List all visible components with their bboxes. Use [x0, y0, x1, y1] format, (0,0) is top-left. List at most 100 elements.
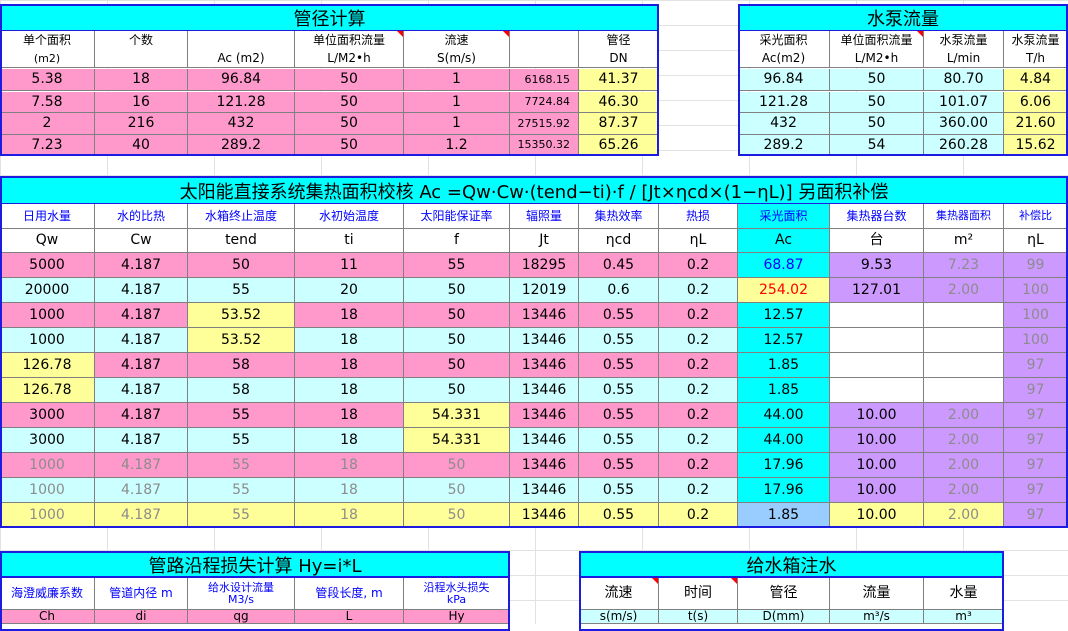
solar-cell[interactable]: 12.57 [738, 303, 830, 328]
pipe-cell[interactable]: 16 [95, 92, 188, 113]
solar-cell[interactable]: 54.331 [404, 403, 510, 428]
solar-cell[interactable]: 50 [404, 478, 510, 503]
solar-cell[interactable] [830, 328, 924, 353]
solar-cell[interactable]: 18 [295, 403, 404, 428]
solar-cell[interactable]: 0.55 [579, 328, 659, 353]
solar-cell[interactable]: 18 [295, 453, 404, 478]
solar-cell[interactable]: 100 [1004, 328, 1068, 353]
loss-symbol[interactable]: qg [188, 610, 295, 624]
solar-header[interactable]: 日用水量 [0, 204, 95, 229]
solar-cell[interactable]: 10.00 [830, 428, 924, 453]
solar-cell[interactable]: 18 [295, 503, 404, 528]
solar-cell[interactable]: 100 [1004, 278, 1068, 303]
tank-header[interactable]: 时间 [659, 578, 738, 610]
pipe-cell[interactable]: 41.37 [579, 69, 659, 91]
solar-cell[interactable]: 13446 [510, 328, 579, 353]
solar-symbol[interactable]: Cw [95, 229, 188, 253]
solar-cell[interactable]: 4.187 [95, 253, 188, 278]
pump-cell[interactable]: 101.07 [924, 92, 1004, 113]
solar-cell[interactable]: 0.2 [659, 328, 738, 353]
pipe-cell[interactable]: 1 [404, 92, 510, 113]
solar-cell[interactable] [924, 378, 1004, 403]
solar-cell[interactable]: 126.78 [0, 353, 95, 378]
solar-cell[interactable]: 13446 [510, 453, 579, 478]
solar-cell[interactable]: 10.00 [830, 503, 924, 528]
pump-header[interactable]: 水泵流量 [1004, 31, 1068, 50]
solar-cell[interactable]: 0.2 [659, 253, 738, 278]
pipe-cell[interactable]: 1 [404, 69, 510, 91]
solar-cell[interactable]: 0.55 [579, 403, 659, 428]
pipe-unit[interactable]: L/M2•h [295, 50, 404, 68]
solar-symbol[interactable]: Ac [738, 229, 830, 253]
solar-cell[interactable]: 50 [404, 328, 510, 353]
pipe-cell[interactable]: 1.2 [404, 135, 510, 156]
solar-cell[interactable]: 1000 [0, 303, 95, 328]
pump-cell[interactable]: 96.84 [738, 69, 830, 91]
solar-cell[interactable]: 5000 [0, 253, 95, 278]
solar-header[interactable]: 水的比热 [95, 204, 188, 229]
solar-cell[interactable]: 2.00 [924, 503, 1004, 528]
pipe-header[interactable] [510, 31, 579, 50]
pipe-unit[interactable] [95, 50, 188, 68]
solar-cell[interactable] [924, 353, 1004, 378]
pipe-cell[interactable]: 432 [188, 113, 295, 135]
pipe-header[interactable]: 管径 [579, 31, 659, 50]
pipe-unit[interactable]: Ac (m2) [188, 50, 295, 68]
pump-cell[interactable]: 50 [830, 69, 924, 91]
pipe-cell[interactable]: 7.58 [0, 92, 95, 113]
pump-cell[interactable]: 289.2 [738, 135, 830, 156]
pump-header[interactable]: 单位面积流量 [830, 31, 924, 50]
pipe-cell[interactable]: 50 [295, 135, 404, 156]
tank-unit[interactable]: D(mm) [738, 610, 830, 624]
solar-cell[interactable]: 1000 [0, 453, 95, 478]
solar-cell[interactable]: 17.96 [738, 453, 830, 478]
loss-symbol[interactable]: di [95, 610, 188, 624]
pump-cell[interactable]: 4.84 [1004, 69, 1068, 91]
pump-unit[interactable]: Ac(m2) [738, 50, 830, 68]
loss-title[interactable]: 管路沿程损失计算 Hy=i*L [0, 551, 510, 578]
tank-header[interactable]: 流量 [830, 578, 924, 610]
solar-cell[interactable]: 0.55 [579, 478, 659, 503]
solar-cell[interactable]: 1.85 [738, 503, 830, 528]
pump-cell[interactable]: 54 [830, 135, 924, 156]
solar-cell[interactable]: 58 [188, 378, 295, 403]
solar-cell[interactable]: 97 [1004, 428, 1068, 453]
solar-cell[interactable]: 10.00 [830, 453, 924, 478]
pump-header[interactable]: 采光面积 [738, 31, 830, 50]
pipe-cell[interactable]: 7.23 [0, 135, 95, 156]
pipe-cell[interactable]: 96.84 [188, 69, 295, 91]
pipe-header[interactable]: 个数 [95, 31, 188, 50]
solar-cell[interactable]: 50 [404, 453, 510, 478]
loss-header[interactable]: 给水设计流量 M3/s [188, 578, 295, 610]
solar-cell[interactable]: 4.187 [95, 503, 188, 528]
solar-cell[interactable]: 100 [1004, 303, 1068, 328]
solar-cell[interactable]: 55 [188, 403, 295, 428]
solar-cell[interactable]: 0.2 [659, 378, 738, 403]
loss-header[interactable]: 管段长度, m [295, 578, 404, 610]
solar-header[interactable]: 热损 [659, 204, 738, 229]
solar-cell[interactable]: 10.00 [830, 403, 924, 428]
solar-cell[interactable]: 13446 [510, 428, 579, 453]
pipe-cell[interactable]: 7724.84 [510, 92, 579, 113]
solar-cell[interactable]: 0.55 [579, 428, 659, 453]
pipe-cell[interactable]: 40 [95, 135, 188, 156]
solar-cell[interactable]: 0.55 [579, 503, 659, 528]
solar-cell[interactable]: 18 [295, 353, 404, 378]
solar-cell[interactable]: 0.55 [579, 353, 659, 378]
loss-header[interactable]: 管道内径 m [95, 578, 188, 610]
solar-header[interactable]: 集热器面积 [924, 204, 1004, 229]
pipe-cell[interactable]: 5.38 [0, 69, 95, 91]
pump-unit[interactable]: T/h [1004, 50, 1068, 68]
pipe-header[interactable] [188, 31, 295, 50]
solar-cell[interactable]: 2.00 [924, 403, 1004, 428]
solar-cell[interactable] [924, 328, 1004, 353]
pump-cell[interactable]: 50 [830, 92, 924, 113]
pipe-cell[interactable]: 50 [295, 113, 404, 135]
solar-cell[interactable]: 11 [295, 253, 404, 278]
pipe-header[interactable]: 单位面积流量 [295, 31, 404, 50]
pipe-cell[interactable]: 27515.92 [510, 113, 579, 135]
solar-cell[interactable]: 127.01 [830, 278, 924, 303]
pipe-header[interactable]: 单个面积 [0, 31, 95, 50]
loss-symbol[interactable]: L [295, 610, 404, 624]
solar-cell[interactable]: 50 [404, 378, 510, 403]
